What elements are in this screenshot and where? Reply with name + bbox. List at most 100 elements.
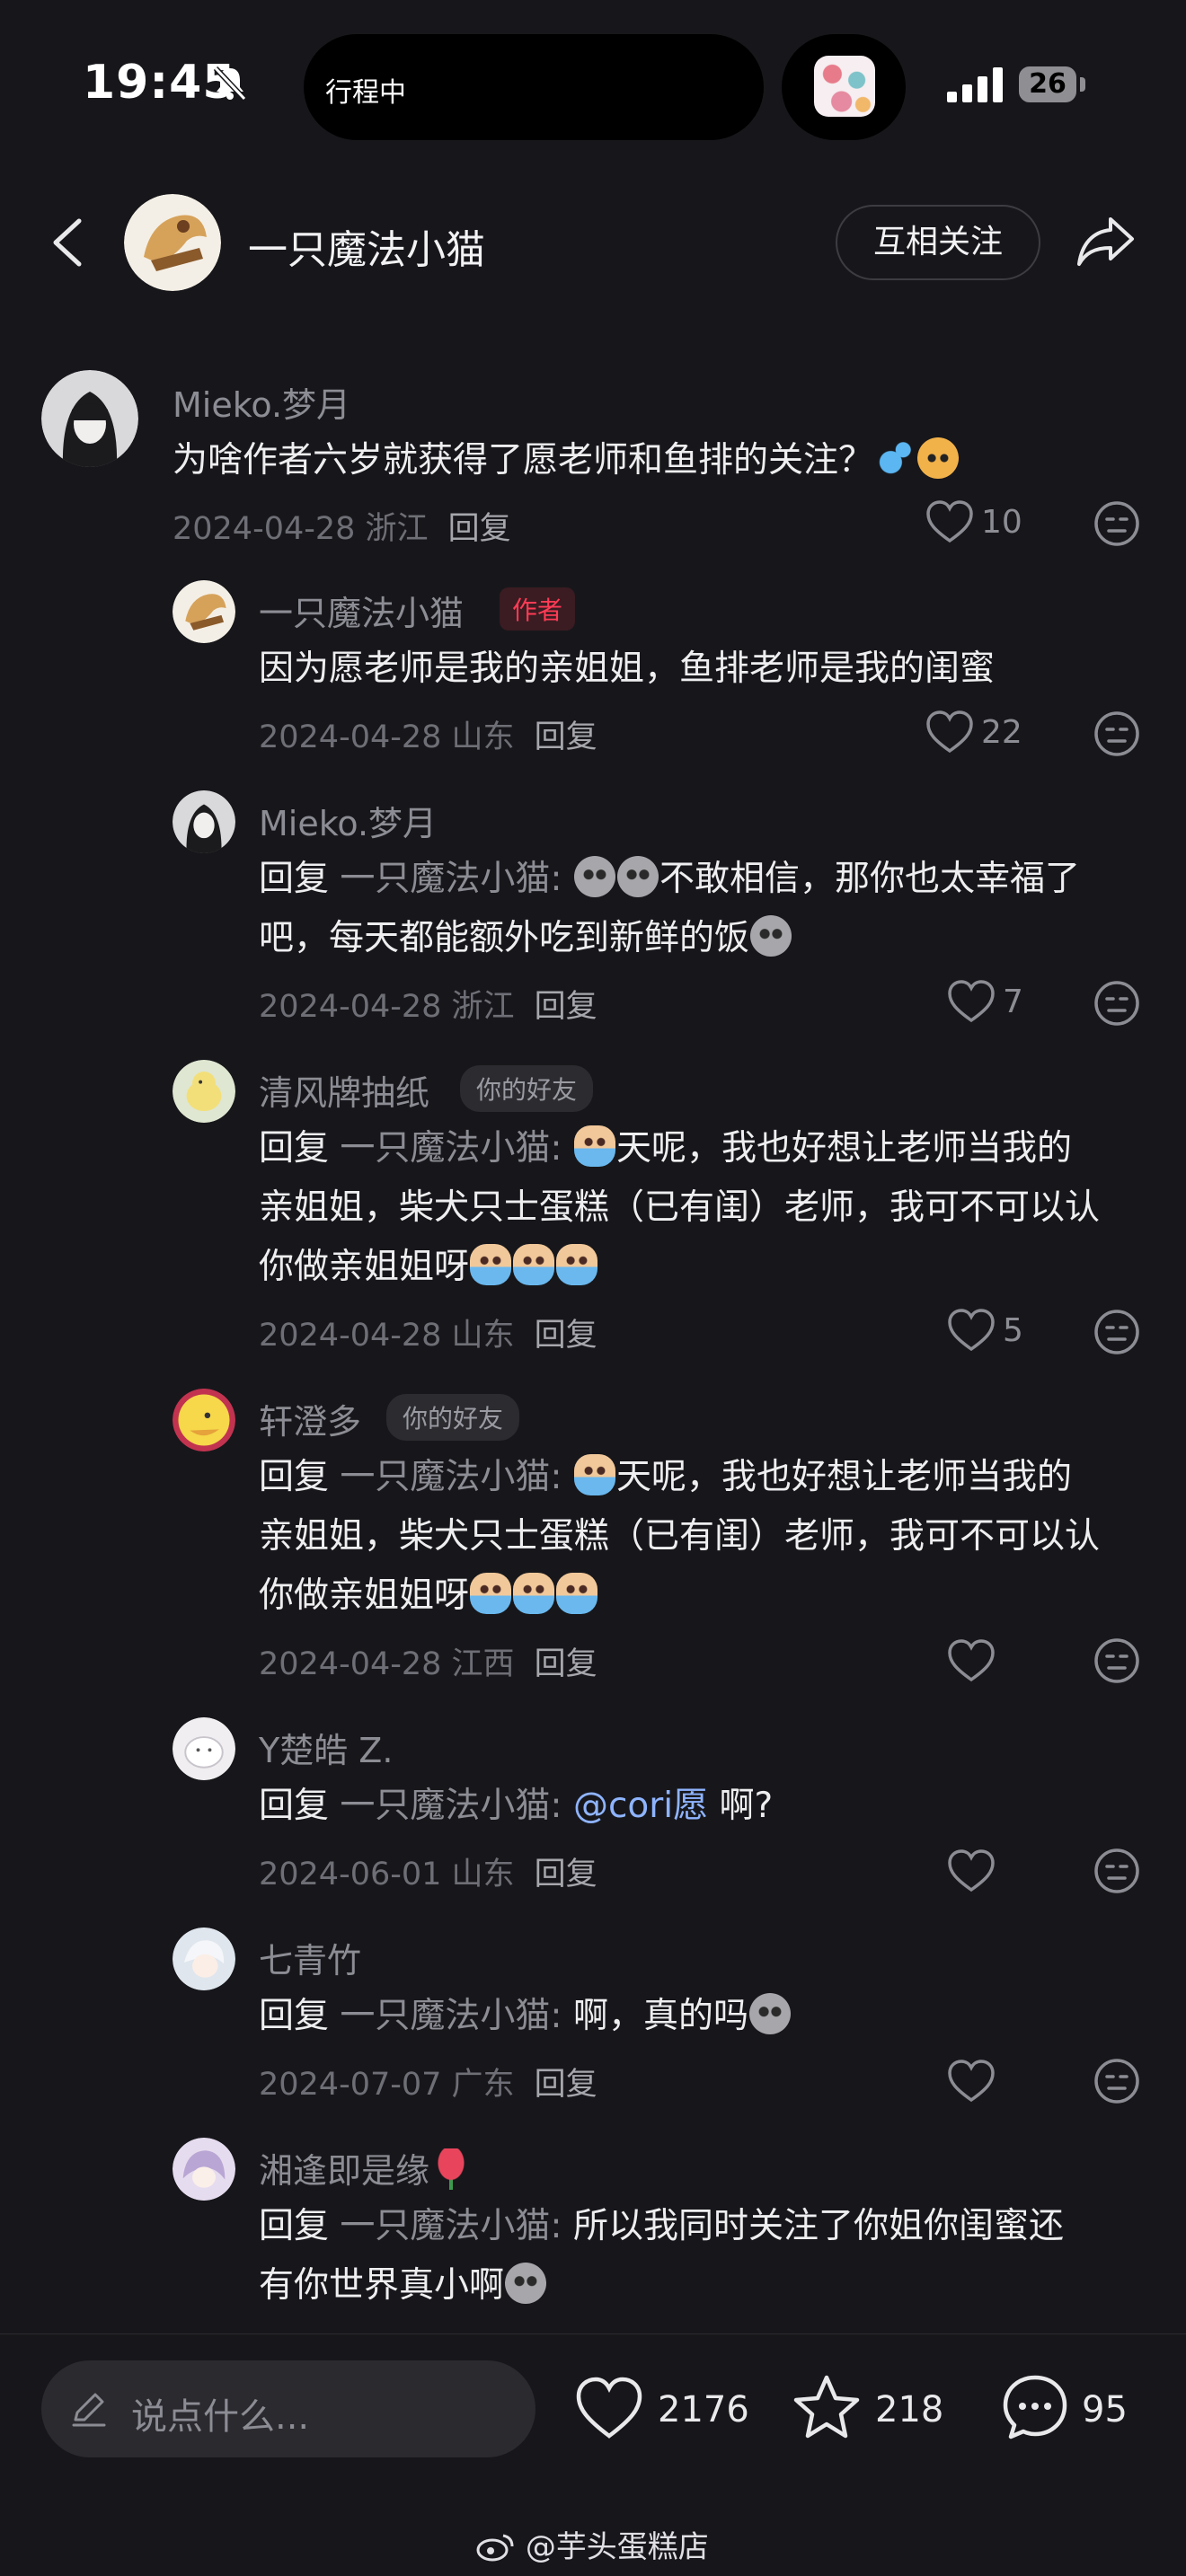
dislike-face-icon[interactable]	[1093, 710, 1141, 758]
avatar[interactable]	[173, 1928, 235, 1990]
like-button[interactable]: 7	[947, 979, 1023, 1024]
dislike-face-icon[interactable]	[1093, 979, 1141, 1028]
mutual-follow-button[interactable]: 互相关注	[836, 205, 1040, 280]
reply-target[interactable]: 一只魔法小猫:	[340, 1128, 562, 1169]
mention-link[interactable]: @cori愿	[573, 1786, 708, 1826]
like-count: 22	[981, 713, 1022, 751]
comment-username[interactable]: Mieko.梦月	[259, 796, 437, 845]
author-badge: 作者	[500, 587, 576, 631]
comment-text: 回复 一只魔法小猫: 天呢，我也好想让老师当我的 亲姐姐，柴犬只士蛋糕（已有闺）…	[259, 1448, 1157, 1626]
post-comment-count: 95	[1082, 2389, 1128, 2430]
comment-meta: 2024-04-28 山东 回复	[259, 1318, 597, 1354]
comment-meta: 2024-04-28 浙江 回复	[259, 989, 597, 1025]
avatar[interactable]	[173, 2138, 235, 2201]
bell-slash-icon	[213, 66, 247, 101]
dislike-face-icon[interactable]	[1093, 1636, 1141, 1685]
author-avatar[interactable]	[124, 194, 221, 291]
comment-meta: 2024-04-28 山东 回复	[259, 719, 597, 755]
reply-button[interactable]: 回复	[535, 1318, 597, 1354]
comment-username[interactable]: 清风牌抽纸	[259, 1065, 429, 1115]
reply-target[interactable]: 一只魔法小猫:	[340, 1457, 562, 1497]
like-count: 7	[1003, 983, 1023, 1020]
sweat-emoji-icon	[874, 437, 916, 479]
like-button[interactable]	[947, 1848, 1003, 1893]
share-icon[interactable]	[1075, 212, 1137, 269]
reply-button[interactable]: 回复	[535, 1857, 597, 1892]
battery-tip	[1080, 77, 1085, 92]
comment-text: 因为愿老师是我的亲姐姐，鱼排老师是我的闺蜜	[259, 648, 996, 689]
reply-target[interactable]: 一只魔法小猫:	[340, 859, 562, 899]
comment-item	[41, 370, 138, 471]
dog-emoji-icon	[917, 437, 960, 479]
reply-target[interactable]: 一只魔法小猫:	[340, 1786, 562, 1826]
heart-icon	[926, 710, 973, 754]
comment-bubble-icon[interactable]	[1001, 2373, 1069, 2441]
media-thumbnail	[814, 56, 875, 117]
watermark: @芋头蛋糕店	[476, 2522, 709, 2566]
dislike-face-icon[interactable]	[1093, 2057, 1141, 2105]
comment-username[interactable]: Mieko.梦月	[173, 377, 350, 427]
like-count: 5	[1003, 1311, 1023, 1349]
comment-username[interactable]: Y楚皓 Z.	[259, 1723, 393, 1772]
grey-face-emoji-icon	[573, 856, 615, 897]
comment-username[interactable]: 一只魔法小猫	[259, 586, 464, 635]
battery-level: 26	[1019, 66, 1076, 102]
avatar[interactable]	[173, 790, 235, 853]
crying-emoji-icon	[470, 1573, 512, 1614]
comment-text: 回复 一只魔法小猫: 所以我同时关注了你姐你闺蜜还 有你世界真小啊	[259, 2206, 1064, 2306]
reply-button[interactable]: 回复	[448, 511, 511, 547]
avatar[interactable]	[173, 580, 235, 643]
heart-icon	[948, 2060, 995, 2103]
reply-button[interactable]: 回复	[535, 989, 597, 1025]
comment-text: 回复 一只魔法小猫: 啊，真的吗	[259, 1987, 1157, 2046]
friend-badge: 你的好友	[386, 1394, 520, 1441]
crying-emoji-icon	[513, 1244, 555, 1285]
reply-target[interactable]: 一只魔法小猫:	[340, 2206, 562, 2246]
comment-username[interactable]: 湘逢即是缘	[259, 2143, 473, 2192]
grey-face-emoji-icon	[616, 856, 659, 897]
like-count: 10	[981, 503, 1022, 541]
reply-button[interactable]: 回复	[535, 719, 597, 755]
like-button[interactable]: 10	[925, 499, 1022, 544]
grey-face-emoji-icon	[750, 915, 792, 957]
star-icon[interactable]	[792, 2373, 861, 2441]
avatar[interactable]	[173, 1389, 235, 1451]
dislike-face-icon[interactable]	[1093, 1847, 1141, 1895]
reply-button[interactable]: 回复	[535, 1646, 597, 1682]
comment-username[interactable]: 七青竹	[259, 1933, 361, 1982]
dislike-face-icon[interactable]	[1093, 1308, 1141, 1356]
crying-emoji-icon	[556, 1573, 598, 1614]
island-label: 行程中	[325, 77, 406, 109]
avatar[interactable]	[41, 370, 138, 467]
post-favorite-count: 218	[875, 2389, 944, 2430]
heart-icon	[948, 980, 995, 1023]
dislike-face-icon[interactable]	[1093, 499, 1141, 548]
post-like-count: 2176	[658, 2389, 749, 2430]
like-button[interactable]	[947, 2059, 1003, 2104]
friend-badge: 你的好友	[460, 1065, 594, 1112]
heart-icon	[948, 1639, 995, 1682]
crying-emoji-icon	[556, 1244, 598, 1285]
comment-text: 回复 一只魔法小猫: 不敢相信，那你也太幸福了 吧，每天都能额外吃到新鲜的饭	[259, 850, 1148, 968]
back-arrow-icon[interactable]	[45, 216, 90, 269]
comment-text: 为啥作者六岁就获得了愿老师和鱼排的关注？	[173, 431, 1098, 490]
comment-meta: 2024-04-28 浙江 回复	[173, 511, 511, 547]
grey-face-emoji-icon	[748, 1993, 791, 2034]
like-button[interactable]	[947, 1638, 1003, 1683]
heart-icon	[948, 1309, 995, 1352]
crying-emoji-icon	[513, 1573, 555, 1614]
comment-meta: 2024-06-01 山东 回复	[259, 1857, 597, 1892]
comment-input-placeholder[interactable]: 说点什么...	[131, 2387, 309, 2439]
avatar[interactable]	[173, 1060, 235, 1123]
like-button[interactable]: 5	[947, 1308, 1023, 1353]
page-title: 一只魔法小猫	[248, 227, 485, 273]
avatar[interactable]	[173, 1717, 235, 1780]
reply-target[interactable]: 一只魔法小猫:	[340, 1996, 562, 2036]
comment-meta: 2024-07-07 广东 回复	[259, 2067, 597, 2103]
heart-icon[interactable]	[575, 2375, 643, 2443]
like-button[interactable]: 22	[925, 710, 1022, 754]
reply-button[interactable]: 回复	[535, 2067, 597, 2103]
comment-username[interactable]: 轩澄多	[259, 1394, 361, 1443]
comment-meta: 2024-04-28 江西 回复	[259, 1646, 597, 1682]
tulip-emoji-icon	[430, 2148, 473, 2190]
